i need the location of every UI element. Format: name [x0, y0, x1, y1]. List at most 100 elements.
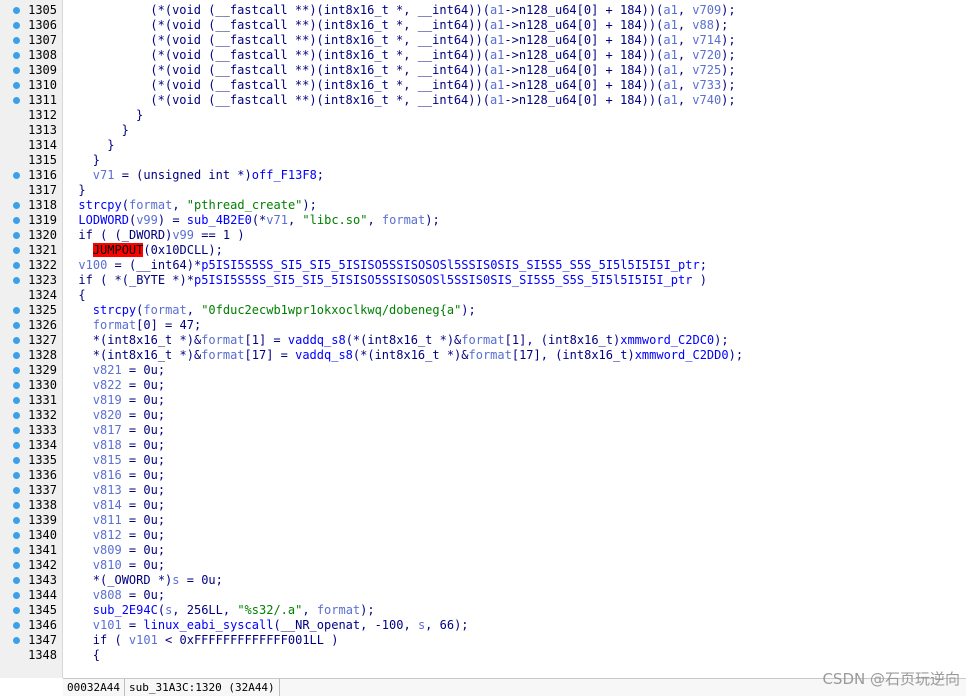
code-line[interactable]: *(int8x16_t *)&format[17] = vaddq_s8(*(i… — [93, 348, 743, 363]
code-token: a1 — [489, 3, 505, 17]
line-number: 1327 — [28, 333, 57, 347]
line-number: 1326 — [28, 318, 57, 332]
code-line[interactable]: (*(void (__fastcall **)(int8x16_t *, __i… — [150, 33, 735, 48]
code-line[interactable]: LODWORD(v99) = sub_4B2E0(*v71, "libc.so"… — [78, 213, 439, 228]
code-line[interactable]: sub_2E94C(s, 256LL, "%s32/.a", format); — [93, 603, 375, 618]
code-token: vaddq_s8 — [295, 348, 353, 362]
code-token: v821 — [92, 363, 122, 377]
code-token: , — [677, 18, 693, 32]
code-line[interactable]: { — [78, 288, 85, 303]
code-line[interactable]: (*(void (__fastcall **)(int8x16_t *, __i… — [150, 78, 735, 93]
code-line[interactable]: *(_OWORD *)s = 0u; — [93, 573, 223, 588]
code-token: = 0u; — [121, 513, 166, 527]
code-line[interactable]: (*(void (__fastcall **)(int8x16_t *, __i… — [150, 3, 735, 18]
pseudocode-editor[interactable]: (*(void (__fastcall **)(int8x16_t *, __i… — [63, 0, 966, 678]
code-token: = 0u; — [121, 558, 166, 572]
line-number: 1308 — [28, 48, 57, 62]
code-line[interactable]: v71 = (unsigned int *)off_F13F8; — [93, 168, 324, 183]
code-line[interactable]: v814 = 0u; — [93, 498, 165, 513]
code-token: off_F13F8 — [251, 168, 317, 182]
code-token: strcpy — [78, 198, 122, 212]
code-token: v71 — [92, 168, 115, 182]
code-line[interactable]: if ( v101 < 0xFFFFFFFFFFFFF001LL ) — [93, 633, 339, 648]
code-token: , — [677, 63, 693, 77]
code-line[interactable]: if ( (_DWORD)v99 == 1 ) — [78, 228, 244, 243]
code-line[interactable]: v100 = (__int64)*p5ISI5S5SS_SI5_SI5_5ISI… — [78, 258, 707, 273]
code-token: v813 — [92, 483, 122, 497]
code-line[interactable]: v819 = 0u; — [93, 393, 165, 408]
code-line[interactable]: JUMPOUT(0x10DCLL); — [92, 243, 223, 258]
code-line[interactable]: v817 = 0u; — [93, 423, 165, 438]
line-number: 1333 — [28, 423, 57, 437]
code-line[interactable]: (*(void (__fastcall **)(int8x16_t *, __i… — [150, 18, 728, 33]
code-line[interactable]: (*(void (__fastcall **)(int8x16_t *, __i… — [150, 93, 735, 108]
code-line[interactable]: v818 = 0u; — [93, 438, 165, 453]
code-line[interactable]: } — [136, 108, 143, 123]
code-line[interactable]: if ( *(_BYTE *)*p5ISI5S5SS_SI5_SI5_5ISIS… — [78, 273, 707, 288]
line-number: 1331 — [28, 393, 57, 407]
code-token: { — [92, 648, 101, 662]
code-token: v818 — [92, 438, 122, 452]
code-line[interactable]: v809 = 0u; — [93, 543, 165, 558]
code-token: a1 — [663, 33, 678, 47]
code-token: [1] = — [244, 333, 288, 347]
code-token: = 0u; — [121, 588, 166, 602]
code-line[interactable]: v821 = 0u; — [93, 363, 165, 378]
code-line[interactable]: v822 = 0u; — [93, 378, 165, 393]
jumpout-marker: JUMPOUT — [92, 243, 144, 257]
code-token: < 0xFFFFFFFFFFFFF001LL ) — [157, 633, 339, 647]
code-token: } — [136, 108, 144, 122]
code-line[interactable]: (*(void (__fastcall **)(int8x16_t *, __i… — [150, 63, 735, 78]
code-line[interactable]: v813 = 0u; — [93, 483, 165, 498]
line-number: 1317 — [28, 183, 57, 197]
code-line[interactable]: } — [107, 138, 114, 153]
code-line[interactable]: strcpy(format, "pthread_create"); — [78, 198, 316, 213]
code-line[interactable]: (*(void (__fastcall **)(int8x16_t *, __i… — [150, 48, 735, 63]
code-token: = 0u; — [121, 468, 166, 482]
code-token: ) = — [157, 213, 187, 227]
code-token: } — [107, 138, 115, 152]
code-token: v815 — [92, 453, 122, 467]
code-line[interactable]: v808 = 0u; — [93, 588, 165, 603]
code-line[interactable]: v101 = linux_eabi_syscall(__NR_openat, -… — [93, 618, 469, 633]
code-line[interactable]: } — [78, 183, 85, 198]
status-address: 00032A44 — [63, 679, 125, 696]
code-line[interactable]: format[0] = 47; — [93, 318, 201, 333]
line-number: 1305 — [28, 3, 57, 17]
code-token: linux_eabi_syscall — [143, 618, 274, 632]
code-line[interactable]: v810 = 0u; — [93, 558, 165, 573]
code-token: == 1 ) — [194, 228, 245, 242]
code-line[interactable]: v820 = 0u; — [93, 408, 165, 423]
code-line[interactable]: v815 = 0u; — [93, 453, 165, 468]
code-token: ); — [714, 333, 729, 347]
code-token: a1 — [489, 18, 505, 32]
code-token: ; — [699, 258, 707, 272]
code-token: format — [201, 333, 245, 347]
watermark: CSDN @石页玩逆向 — [822, 670, 960, 688]
code-line[interactable]: strcpy(format, "0fduc2ecwb1wpr1okxoclkwq… — [93, 303, 476, 318]
code-token: (*(int8x16_t *)& — [345, 333, 462, 347]
code-line[interactable]: v812 = 0u; — [93, 528, 165, 543]
code-token: a1 — [663, 3, 678, 17]
code-token: (*(void (__fastcall **)(int8x16_t *, __i… — [150, 63, 490, 77]
code-token: v810 — [92, 558, 122, 572]
code-token: sub_4B2E0 — [186, 213, 252, 227]
code-token: ->n128_u64[0] + 184))( — [504, 48, 664, 62]
code-token: a1 — [489, 63, 505, 77]
code-token: ); — [728, 348, 744, 362]
code-line[interactable]: } — [93, 153, 100, 168]
code-token: (*(void (__fastcall **)(int8x16_t *, __i… — [150, 93, 490, 107]
line-number: 1336 — [28, 468, 57, 482]
code-line[interactable]: } — [122, 123, 129, 138]
code-line[interactable]: v811 = 0u; — [93, 513, 165, 528]
code-token: = 0u; — [121, 393, 166, 407]
code-line[interactable]: *(int8x16_t *)&format[1] = vaddq_s8(*(in… — [93, 333, 729, 348]
line-number: 1334 — [28, 438, 57, 452]
code-token: } — [121, 123, 129, 137]
code-token: v816 — [92, 468, 122, 482]
code-token: v822 — [92, 378, 122, 392]
code-line[interactable]: { — [93, 648, 100, 663]
code-token: a1 — [663, 63, 678, 77]
code-token: "%s32/.a" — [237, 603, 303, 617]
code-line[interactable]: v816 = 0u; — [93, 468, 165, 483]
